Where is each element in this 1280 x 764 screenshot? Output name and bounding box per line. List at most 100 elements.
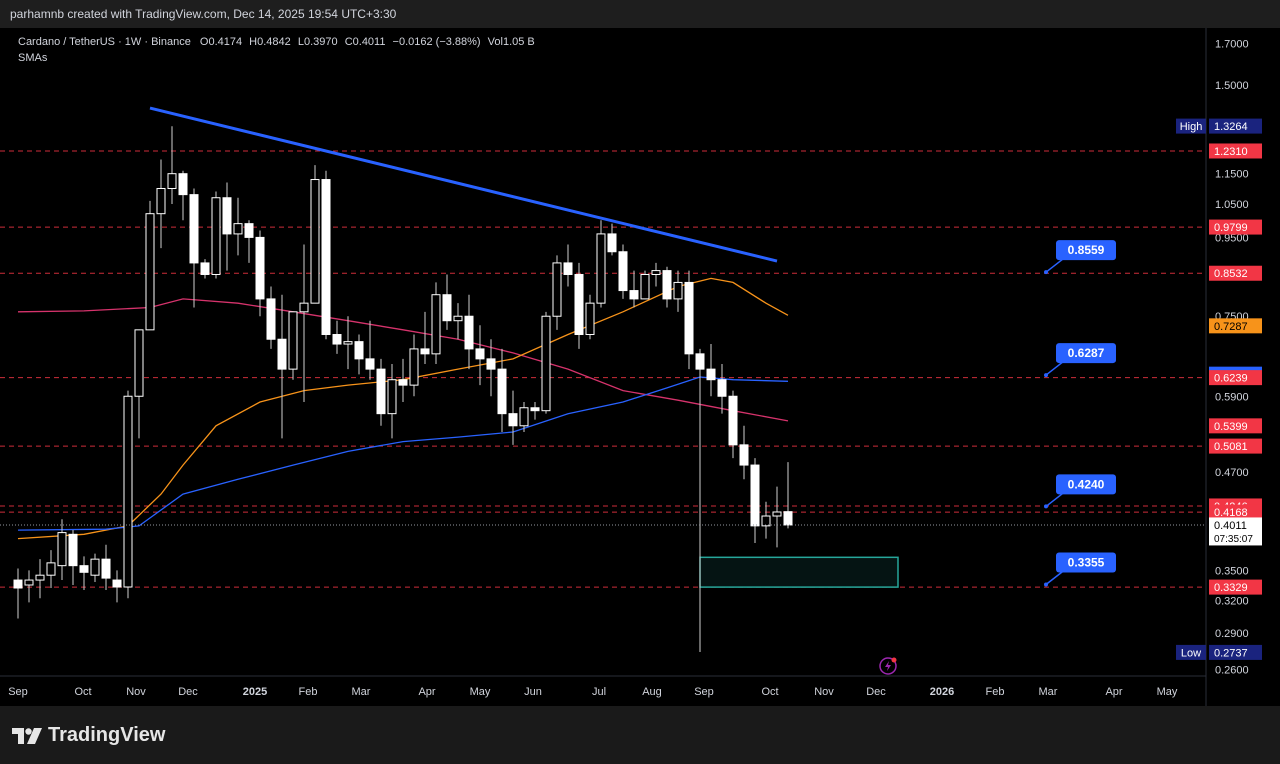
candle-body xyxy=(145,213,155,331)
candle-body xyxy=(761,515,771,527)
price-label: 0.9799 xyxy=(1209,219,1262,235)
candle-body xyxy=(706,368,716,381)
time-tick-label: 2026 xyxy=(930,686,954,698)
candle-body xyxy=(299,302,309,313)
candle-body xyxy=(519,407,529,427)
price-chart[interactable]: 0.8559 0.6287 0.4240 0.3355 1.7000 1.5000 1.1… xyxy=(0,28,1280,706)
candle-body xyxy=(310,179,320,304)
candle-body xyxy=(178,173,188,196)
price-tick-label: 0.4700 xyxy=(1215,467,1249,479)
candle-body xyxy=(728,395,738,446)
price-label: 0.4011 07:35:07 xyxy=(1209,517,1262,546)
price-label: 0.6239 xyxy=(1209,370,1262,386)
price-tick-label: 0.2600 xyxy=(1215,665,1249,677)
price-tick-label: 0.5900 xyxy=(1215,391,1249,403)
price-label-value: 1.3264 xyxy=(1214,121,1248,133)
vol-label: Vol xyxy=(488,36,503,48)
price-tick-label: 1.1500 xyxy=(1215,169,1249,181)
candle-body xyxy=(409,348,419,386)
candle-body xyxy=(695,353,705,370)
time-tick-label: Jul xyxy=(592,686,606,698)
price-label-value: 0.5081 xyxy=(1214,441,1248,453)
price-label: 1.2310 xyxy=(1209,143,1262,159)
price-label: 0.4168 xyxy=(1209,504,1262,520)
candle-body xyxy=(134,329,144,397)
candle-body xyxy=(332,334,342,345)
time-tick-label: 2025 xyxy=(243,686,267,698)
price-label: High 1.3264 xyxy=(1176,118,1262,134)
high-label: H xyxy=(249,36,257,48)
price-label: Low 0.2737 xyxy=(1176,644,1262,660)
candle-body xyxy=(475,348,485,360)
candle-body xyxy=(618,251,628,292)
close-value: 0.4011 xyxy=(353,36,386,48)
price-label: 0.7287 xyxy=(1209,318,1262,334)
candle-body xyxy=(321,179,331,336)
price-label-prefix: High xyxy=(1180,121,1203,133)
candle-body xyxy=(453,315,463,322)
time-tick-label: Aug xyxy=(642,686,662,698)
candle-body xyxy=(464,315,474,350)
time-tick-label: Apr xyxy=(418,686,435,698)
price-label-prefix: Low xyxy=(1181,647,1201,659)
price-label-value: 0.2737 xyxy=(1214,647,1248,659)
candle-body xyxy=(662,270,672,300)
candle-body xyxy=(530,407,540,412)
time-tick-label: May xyxy=(470,686,491,698)
time-tick-label: Dec xyxy=(866,686,886,698)
price-label-value: 0.4011 xyxy=(1214,520,1247,532)
candle-body xyxy=(398,379,408,386)
candle-body xyxy=(486,358,496,370)
candle-body xyxy=(35,574,45,581)
candle-body xyxy=(112,579,122,588)
candle-body xyxy=(354,341,364,360)
candle-body xyxy=(508,413,518,427)
price-label: 0.5081 xyxy=(1209,438,1262,454)
time-tick-label: Oct xyxy=(74,686,91,698)
time-tick-label: Sep xyxy=(8,686,28,698)
candle-body xyxy=(189,194,199,264)
candle-body xyxy=(651,270,661,275)
candle-body xyxy=(431,294,441,355)
low-value: 0.3970 xyxy=(304,36,338,48)
price-label: 0.8532 xyxy=(1209,265,1262,281)
candle-body xyxy=(266,298,276,340)
candle-body xyxy=(255,236,265,300)
price-label-value: 0.4168 xyxy=(1214,507,1248,519)
candle-body xyxy=(167,173,177,190)
close-label: C xyxy=(345,36,353,48)
time-tick-label: May xyxy=(1157,686,1178,698)
candle-body xyxy=(673,281,683,300)
time-tick-label: Feb xyxy=(986,686,1005,698)
price-label-value: 0.6239 xyxy=(1214,373,1248,385)
price-tick-label: 0.2900 xyxy=(1215,628,1249,640)
price-tick-label: 0.3200 xyxy=(1215,595,1249,607)
candle-body xyxy=(717,379,727,397)
candle-body xyxy=(79,565,89,573)
candle-body xyxy=(750,464,760,527)
candle-body xyxy=(288,311,298,370)
callout-value: 0.8559 xyxy=(1068,243,1105,257)
time-tick-label: Mar xyxy=(1039,686,1058,698)
candle-body xyxy=(783,511,793,526)
candle-body xyxy=(739,444,749,466)
callout-anchor xyxy=(1044,270,1048,275)
price-label-value: 1.2310 xyxy=(1214,146,1248,158)
time-tick-label: Dec xyxy=(178,686,198,698)
candle-body xyxy=(772,511,782,517)
high-value: 0.4842 xyxy=(257,36,291,48)
time-tick-label: Sep xyxy=(694,686,714,698)
indicator-label: SMAs xyxy=(18,52,48,64)
svg-text:Cardano / TetherUS · 1W · Bina: Cardano / TetherUS · 1W · Binance O0.417… xyxy=(18,36,535,48)
price-label: 0.3329 xyxy=(1209,579,1262,595)
candle-body xyxy=(343,341,353,345)
candle-body xyxy=(585,302,595,336)
support-zone xyxy=(699,556,899,588)
price-tick-label: 1.0500 xyxy=(1215,199,1249,211)
candle-body xyxy=(211,197,221,275)
price-label-value: 0.8532 xyxy=(1214,268,1248,280)
tradingview-logo[interactable]: TradingView xyxy=(12,724,165,747)
time-axis[interactable]: Sep Oct Nov Dec 2025 Feb Mar Apr May Jun Jul Aug Sep… xyxy=(8,686,1178,698)
candle-body xyxy=(24,579,34,586)
candle-body xyxy=(442,294,452,322)
